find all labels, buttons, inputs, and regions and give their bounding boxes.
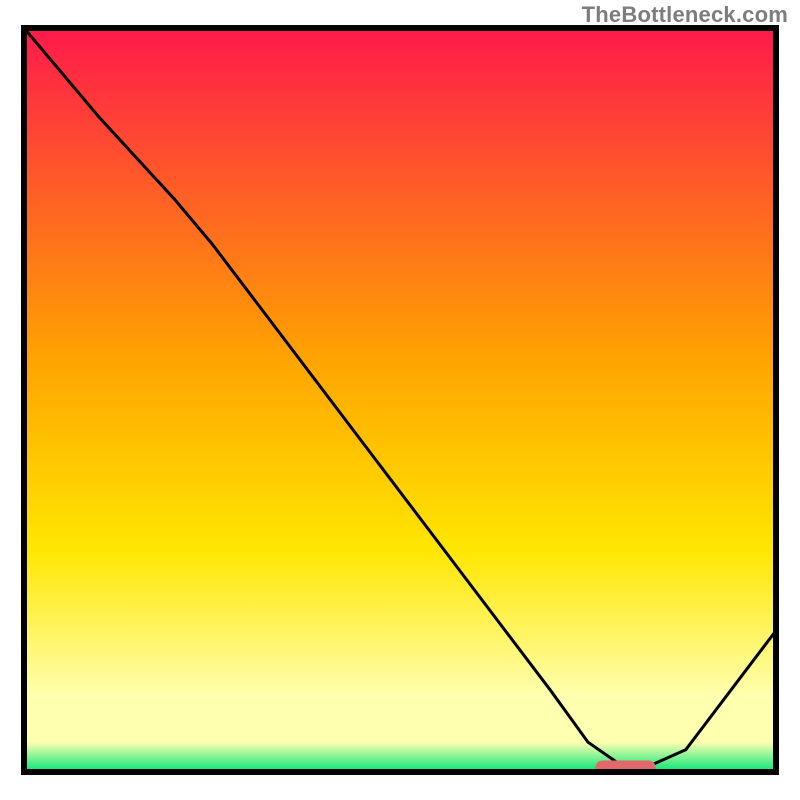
gradient-background	[24, 28, 776, 772]
chart-container: TheBottleneck.com	[0, 0, 800, 800]
bottleneck-chart	[0, 0, 800, 800]
